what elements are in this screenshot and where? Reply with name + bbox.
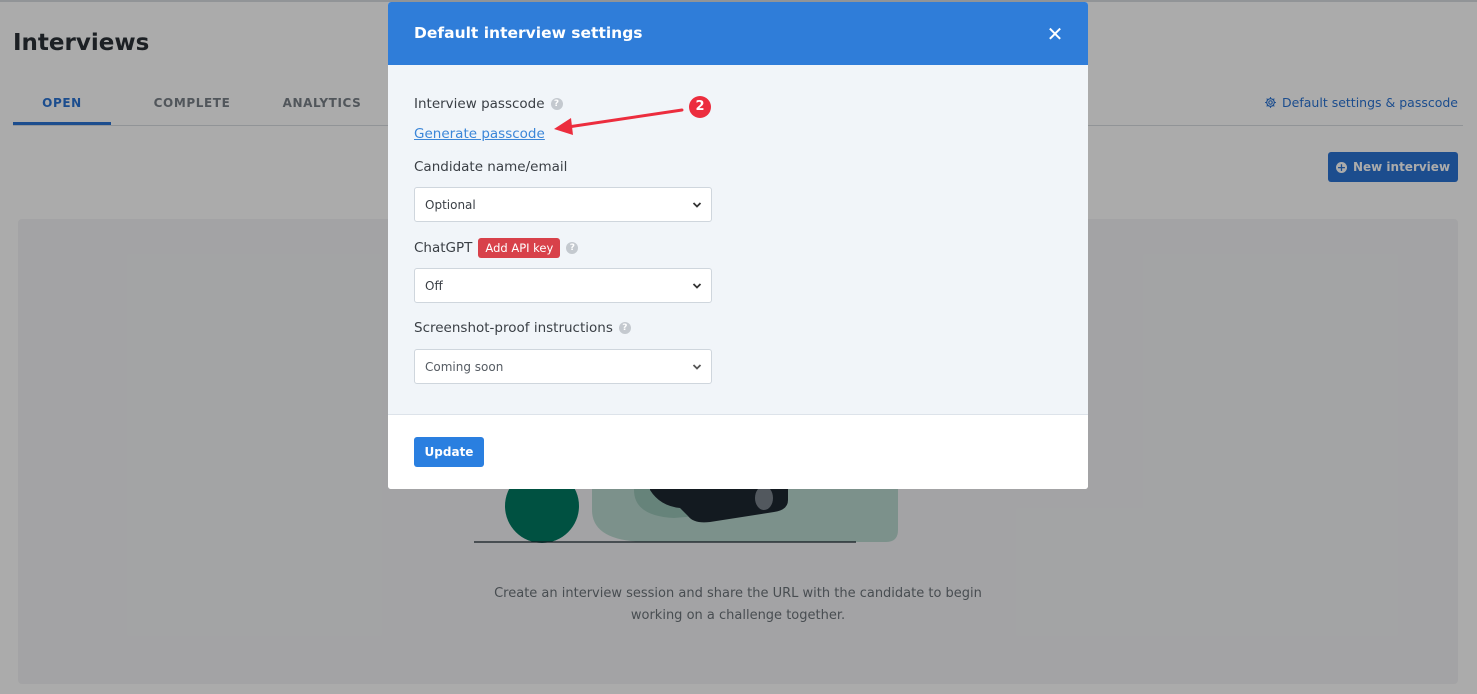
chatgpt-label-text: ChatGPT: [414, 240, 473, 256]
candidate-label-text: Candidate name/email: [414, 159, 568, 175]
candidate-select-value: Optional: [425, 198, 476, 212]
screenshot-select-value: Coming soon: [425, 360, 504, 374]
chatgpt-select-value: Off: [425, 279, 443, 293]
chevron-down-icon: [692, 364, 702, 370]
chevron-down-icon: [692, 202, 702, 208]
chatgpt-select[interactable]: Off: [414, 268, 712, 303]
close-icon: ✕: [1046, 22, 1064, 46]
candidate-label: Candidate name/email: [414, 159, 567, 175]
close-button[interactable]: ✕: [1046, 20, 1064, 48]
modal-title: Default interview settings: [414, 24, 643, 42]
screenshot-label: Screenshot-proof instructions ?: [414, 320, 631, 336]
candidate-select[interactable]: Optional: [414, 187, 712, 222]
generate-passcode-link[interactable]: Generate passcode: [414, 126, 545, 142]
chatgpt-label: ChatGPT Add API key ?: [414, 238, 579, 258]
chevron-down-icon: [692, 283, 702, 289]
modal-header: Default interview settings ✕: [388, 2, 1088, 65]
add-api-key-badge[interactable]: Add API key: [478, 238, 561, 258]
annotation-arrow-icon: [554, 108, 684, 135]
screenshot-label-text: Screenshot-proof instructions: [414, 320, 613, 336]
passcode-label-text: Interview passcode: [414, 96, 545, 112]
modal-body: Interview passcode ? Generate passcode C…: [388, 65, 1088, 415]
help-icon[interactable]: ?: [618, 322, 631, 334]
update-button[interactable]: Update: [414, 437, 484, 467]
modal-footer: Update: [388, 415, 1088, 489]
screenshot-select[interactable]: Coming soon: [414, 349, 712, 384]
default-settings-modal: Default interview settings ✕ Interview p…: [388, 2, 1088, 489]
step-badge: 2: [689, 96, 711, 118]
help-icon[interactable]: ?: [566, 242, 579, 254]
